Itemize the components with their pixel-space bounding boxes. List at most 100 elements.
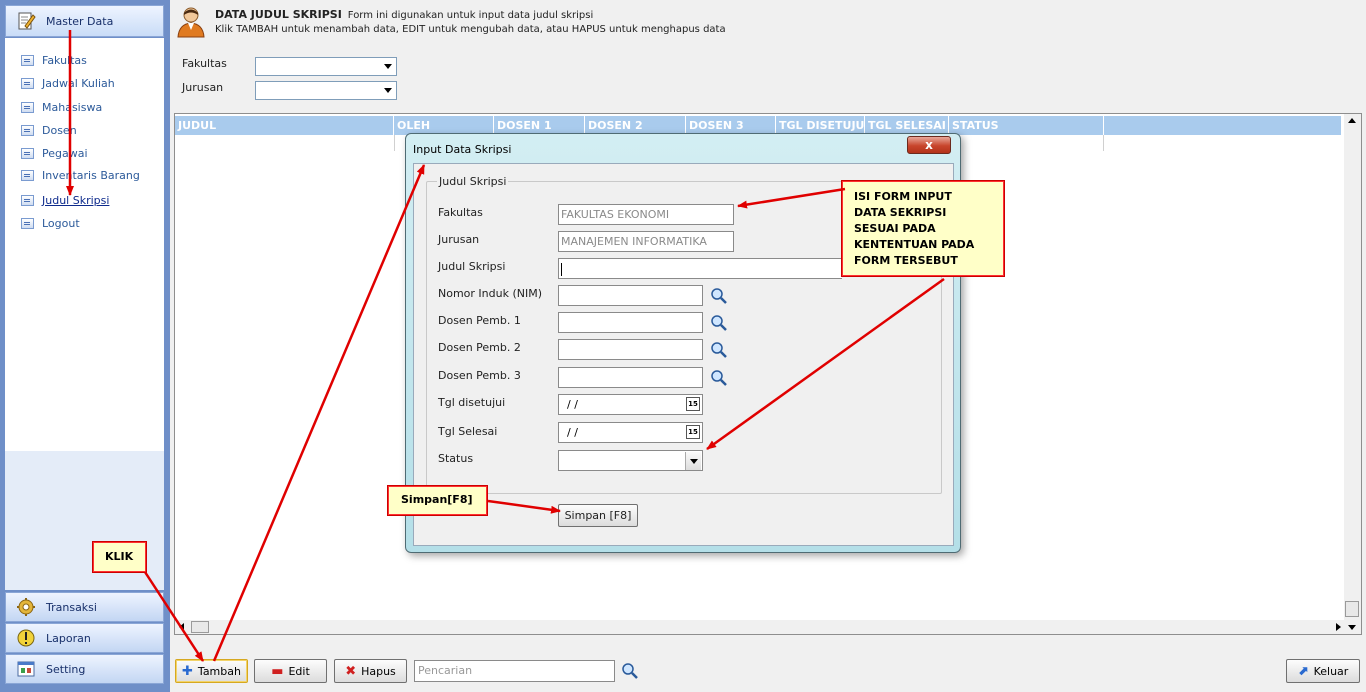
judul-skripsi-label: Judul Skripsi <box>438 260 506 273</box>
sidebar-section-laporan[interactable]: Laporan <box>5 623 164 653</box>
judul-skripsi-field[interactable] <box>558 258 842 279</box>
scroll-up-icon[interactable] <box>1348 118 1356 123</box>
list-icon <box>21 169 34 181</box>
scroll-thumb[interactable] <box>1345 601 1359 617</box>
chevron-down-icon[interactable] <box>380 83 395 98</box>
annotation-line: KENTENTUAN PADA <box>854 238 975 251</box>
gear-icon <box>17 598 35 616</box>
sidebar-item-logout[interactable]: Logout <box>21 215 80 231</box>
sidebar-item-dosen[interactable]: Dosen <box>21 122 77 138</box>
sidebar-item-label: Inventaris Barang <box>42 168 140 182</box>
jurusan-label: Jurusan <box>438 233 480 246</box>
search-icon[interactable] <box>710 314 728 332</box>
tgl-selesai-label: Tgl Selesai <box>438 425 498 438</box>
sidebar-section-setting[interactable]: Setting <box>5 654 164 684</box>
tgl-disetujui-label: Tgl disetujui <box>438 396 506 409</box>
list-icon <box>21 54 34 66</box>
dosen-pemb-3-field[interactable] <box>558 367 703 388</box>
sidebar-section-label: Laporan <box>46 631 91 645</box>
calendar-icon[interactable]: 15 <box>686 397 700 411</box>
annotation-simpan: Simpan[F8] <box>387 485 488 516</box>
sidebar-item-label: Dosen <box>42 123 77 137</box>
jurusan-field[interactable]: MANAJEMEN INFORMATIKA <box>558 231 734 252</box>
list-icon <box>21 194 34 206</box>
page-title: DATA JUDUL SKRIPSI <box>215 8 342 21</box>
search-icon[interactable] <box>710 287 728 305</box>
nim-field[interactable] <box>558 285 703 306</box>
grid-column-divider <box>1103 135 1104 151</box>
simpan-button[interactable]: Simpan [F8] <box>558 504 638 527</box>
sidebar-item-judul-skripsi[interactable]: Judul Skripsi <box>21 192 109 208</box>
settings-window-icon <box>17 661 35 677</box>
user-icon <box>177 7 205 38</box>
tgl-disetujui-value: / / <box>567 398 578 411</box>
groupbox-title: Judul Skripsi <box>437 175 509 188</box>
tambah-button-label: Tambah <box>197 664 241 678</box>
sidebar-item-inventaris-barang[interactable]: Inventaris Barang <box>21 167 140 183</box>
page-instructions: Klik TAMBAH untuk menambah data, EDIT un… <box>215 24 726 35</box>
vertical-scrollbar[interactable] <box>1344 114 1361 634</box>
annotation-line: SESUAI PADA <box>854 222 936 235</box>
annotation-line: ISI FORM INPUT <box>854 190 952 203</box>
sidebar-item-label: Fakultas <box>42 53 87 67</box>
dosen-pemb-1-field[interactable] <box>558 312 703 333</box>
jurusan-filter-label: Jurusan <box>182 81 224 94</box>
calendar-icon[interactable]: 15 <box>686 425 700 439</box>
tgl-disetujui-field[interactable]: / / 15 <box>558 394 703 415</box>
chevron-down-icon[interactable] <box>380 59 395 74</box>
sidebar: Master Data Fakultas Jadwal Kuliah Mahas… <box>0 0 170 692</box>
warning-icon <box>17 629 35 647</box>
sidebar-item-label: Pegawai <box>42 146 88 160</box>
list-icon <box>21 101 34 113</box>
list-icon <box>21 147 34 159</box>
list-icon <box>21 217 34 229</box>
search-icon[interactable] <box>621 662 639 680</box>
dosen-pemb-2-field[interactable] <box>558 339 703 360</box>
annotation-isi-form: ISI FORM INPUT DATA SEKRIPSI SESUAI PADA… <box>841 180 1005 277</box>
scroll-down-icon[interactable] <box>1348 625 1356 630</box>
sidebar-section-transaksi[interactable]: Transaksi <box>5 592 164 622</box>
dialog-close-button[interactable]: x <box>907 136 951 154</box>
scroll-right-icon[interactable] <box>1336 623 1341 631</box>
hapus-button-label: Hapus <box>361 664 396 678</box>
tgl-selesai-value: / / <box>567 426 578 439</box>
fakultas-field[interactable]: FAKULTAS EKONOMI <box>558 204 734 225</box>
sidebar-menu: Fakultas Jadwal Kuliah Mahasiswa Dosen P… <box>5 38 164 451</box>
chevron-down-icon[interactable] <box>685 452 701 470</box>
sidebar-item-label: Judul Skripsi <box>42 193 110 207</box>
sidebar-item-jadwal-kuliah[interactable]: Jadwal Kuliah <box>21 75 115 91</box>
dosen-pemb-3-label: Dosen Pemb. 3 <box>438 369 521 382</box>
column-header-judul[interactable]: JUDUL <box>175 116 394 135</box>
sidebar-item-mahasiswa[interactable]: Mahasiswa <box>21 99 102 115</box>
exit-arrow-icon: ⬈ <box>1297 663 1309 679</box>
status-select[interactable] <box>558 450 703 471</box>
search-input[interactable]: Pencarian <box>414 660 615 682</box>
annotation-line: DATA SEKRIPSI <box>854 206 947 219</box>
column-header-status[interactable]: STATUS <box>949 116 1104 135</box>
page-subtitle: Form ini digunakan untuk input data judu… <box>347 10 594 21</box>
scroll-left-icon[interactable] <box>179 623 184 631</box>
annotation-klik: KLIK <box>92 541 147 573</box>
dialog-title: Input Data Skripsi <box>413 143 512 156</box>
scroll-thumb[interactable] <box>191 621 209 633</box>
search-icon[interactable] <box>710 369 728 387</box>
sidebar-header-label: Master Data <box>46 14 114 28</box>
fakultas-filter-label: Fakultas <box>182 57 227 70</box>
delete-x-icon: ✖ <box>345 663 357 679</box>
sidebar-item-label: Logout <box>42 216 80 230</box>
tgl-selesai-field[interactable]: / / 15 <box>558 422 703 443</box>
hapus-button[interactable]: ✖ Hapus <box>334 659 407 683</box>
horizontal-scrollbar[interactable] <box>175 620 1345 634</box>
plus-icon: ✚ <box>182 663 193 679</box>
fakultas-filter-select[interactable] <box>255 57 397 76</box>
edit-button-label: Edit <box>288 664 310 678</box>
search-icon[interactable] <box>710 341 728 359</box>
tambah-button[interactable]: ✚ Tambah <box>175 659 248 683</box>
sidebar-item-pegawai[interactable]: Pegawai <box>21 145 88 161</box>
sidebar-header-master-data[interactable]: Master Data <box>5 5 164 37</box>
edit-button[interactable]: ▬ Edit <box>254 659 327 683</box>
keluar-button[interactable]: ⬈ Keluar <box>1286 659 1360 683</box>
sidebar-item-fakultas[interactable]: Fakultas <box>21 52 87 68</box>
sidebar-section-label: Transaksi <box>46 600 97 614</box>
jurusan-filter-select[interactable] <box>255 81 397 100</box>
